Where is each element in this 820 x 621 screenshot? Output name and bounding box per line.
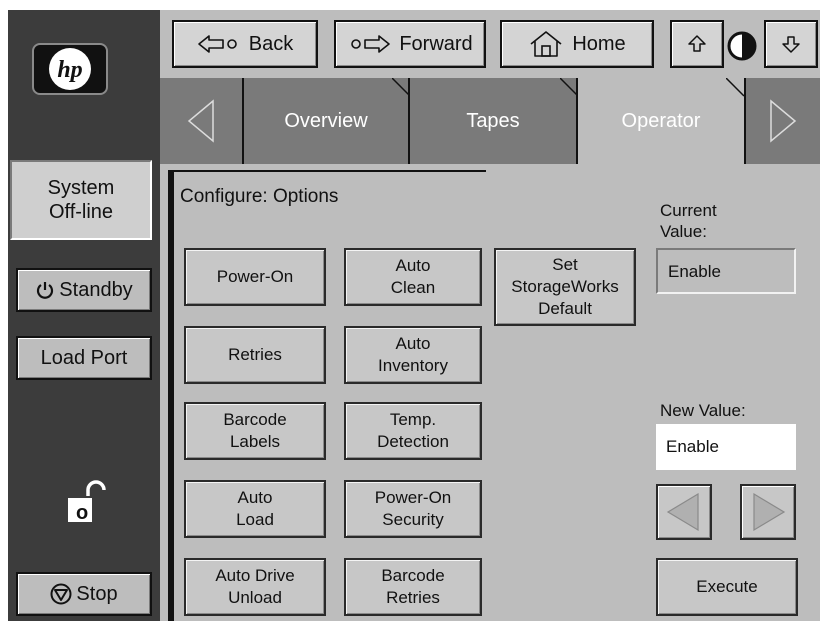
option-line1: Auto [395, 256, 431, 275]
option-power-on-security[interactable]: Power-On Security [344, 480, 482, 538]
triangle-right-icon [770, 99, 797, 143]
stop-label: Stop [76, 582, 118, 605]
option-line2: Load [236, 510, 274, 529]
option-line1: Retries [228, 345, 282, 364]
option-line2: Security [382, 510, 444, 529]
option-line1: Barcode [381, 566, 445, 585]
option-barcode-labels[interactable]: Barcode Labels [184, 402, 326, 460]
default-line3: Default [538, 299, 592, 318]
sidebar [8, 10, 160, 621]
forward-label: Forward [399, 32, 473, 55]
option-line1: Auto [237, 488, 273, 507]
status-line2: Off-line [48, 201, 114, 223]
back-label: Back [248, 32, 294, 55]
home-label: Home [572, 32, 626, 55]
option-barcode-retries[interactable]: Barcode Retries [344, 558, 482, 616]
arrow-up-icon [688, 35, 706, 52]
option-line1: Barcode [223, 410, 287, 429]
value-next-button[interactable] [740, 484, 796, 540]
triangle-left-icon [187, 99, 214, 143]
new-value-label: New Value: [660, 401, 746, 420]
tab-scroll-right[interactable] [744, 78, 820, 164]
standby-label: Standby [59, 278, 133, 301]
tab-tapes-label: Tapes [466, 109, 520, 132]
option-auto-clean[interactable]: Auto Clean [344, 248, 482, 306]
svg-text:hp: hp [57, 57, 82, 83]
option-power-on[interactable]: Power-On [184, 248, 326, 306]
current-value-label-line2: Value: [660, 222, 707, 241]
standby-button[interactable]: Standby [16, 268, 152, 312]
execute-label: Execute [696, 577, 758, 596]
unlock-icon: o [66, 476, 106, 526]
option-line1: Auto [395, 334, 431, 353]
value-prev-button[interactable] [656, 484, 712, 540]
page-title: Configure: Options [180, 186, 339, 207]
arrow-down-icon [782, 36, 800, 53]
option-line2: Clean [390, 278, 436, 297]
back-button[interactable]: Back [172, 20, 318, 68]
tab-scroll-left[interactable] [160, 78, 242, 164]
tab-operator[interactable]: Operator [576, 78, 744, 164]
tab-operator-corner [726, 78, 745, 97]
option-line2: Unload [228, 588, 282, 607]
current-value-text: Enable [668, 262, 721, 281]
execute-button[interactable]: Execute [656, 558, 798, 616]
scroll-up-button[interactable] [670, 20, 724, 68]
home-icon [530, 31, 562, 57]
load-port-label: Load Port [40, 346, 128, 369]
stop-button[interactable]: Stop [16, 572, 152, 616]
tab-overview[interactable]: Overview [242, 78, 408, 164]
option-line1: Power-On [216, 267, 294, 286]
option-line2: Retries [386, 588, 440, 607]
default-line2: StorageWorks [511, 277, 619, 296]
power-icon [37, 282, 54, 299]
default-line1: Set [552, 255, 578, 274]
tab-overview-label: Overview [284, 109, 368, 132]
stop-icon [50, 583, 72, 605]
tab-operator-label: Operator [621, 109, 701, 132]
panel-left-border [168, 170, 174, 621]
option-line2: Inventory [378, 356, 448, 375]
triangle-right-icon [753, 492, 786, 532]
system-status: System Off-line [10, 160, 152, 240]
current-value-display: Enable [656, 248, 796, 294]
hp-logo: hp [32, 43, 108, 95]
new-value-text: Enable [666, 437, 719, 456]
arrow-right-icon [351, 35, 391, 53]
forward-button[interactable]: Forward [334, 20, 486, 68]
option-retries[interactable]: Retries [184, 326, 326, 384]
lock-letter: o [76, 502, 89, 524]
contrast-icon[interactable] [726, 30, 758, 67]
panel-top-border [168, 170, 486, 172]
current-value-label: Current Value: [660, 200, 717, 242]
triangle-left-icon [666, 492, 699, 532]
option-line1: Auto Drive [215, 566, 295, 585]
set-default-button[interactable]: Set StorageWorks Default [494, 248, 636, 326]
current-value-label-line1: Current [660, 201, 717, 220]
scroll-down-button[interactable] [764, 20, 818, 68]
option-auto-inventory[interactable]: Auto Inventory [344, 326, 482, 384]
option-auto-load[interactable]: Auto Load [184, 480, 326, 538]
load-port-button[interactable]: Load Port [16, 336, 152, 380]
option-line1: Temp. [389, 410, 437, 429]
option-line1: Power-On [374, 488, 452, 507]
tab-tapes[interactable]: Tapes [408, 78, 576, 164]
new-value-display: Enable [656, 424, 796, 470]
option-line2: Labels [229, 432, 281, 451]
arrow-left-icon [197, 35, 237, 53]
option-temp-detection[interactable]: Temp. Detection [344, 402, 482, 460]
home-button[interactable]: Home [500, 20, 654, 68]
status-line1: System [47, 177, 115, 199]
option-line2: Detection [377, 432, 449, 451]
option-auto-drive-unload[interactable]: Auto Drive Unload [184, 558, 326, 616]
